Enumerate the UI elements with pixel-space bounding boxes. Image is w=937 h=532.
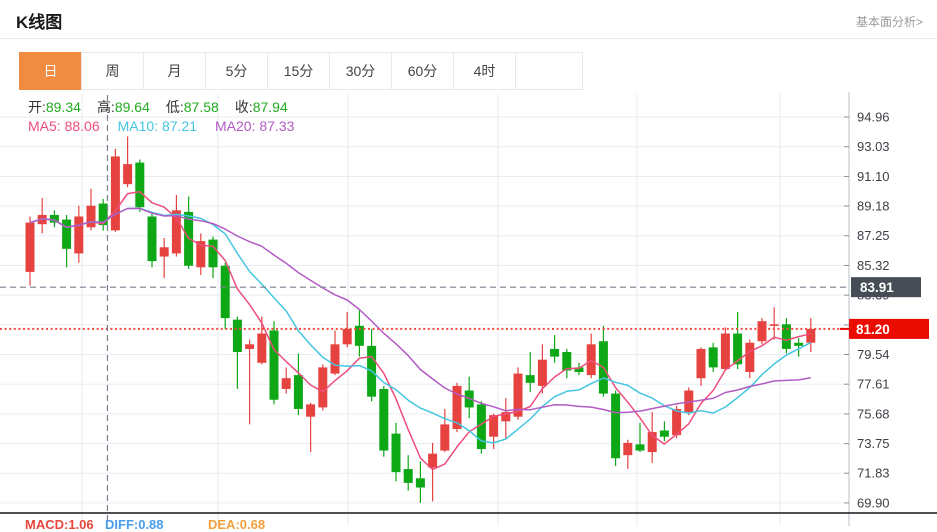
svg-text:77.61: 77.61 bbox=[857, 377, 890, 392]
close-label: 收: bbox=[234, 99, 253, 115]
dea-value: DEA:0.68 bbox=[208, 517, 266, 532]
y-axis: 94.9693.0391.1089.1887.2585.3283.3981.46… bbox=[844, 92, 890, 526]
svg-text:69.90: 69.90 bbox=[857, 495, 890, 510]
kline-chart[interactable]: 94.9693.0391.1089.1887.2585.3283.3981.46… bbox=[0, 92, 937, 526]
tab-4时[interactable]: 4时 bbox=[453, 52, 516, 90]
ma-legend: MA5: 88.06 MA10: 87.21 MA20: 87.33 bbox=[28, 118, 312, 134]
high-label: 高: bbox=[96, 99, 115, 115]
svg-text:71.83: 71.83 bbox=[857, 466, 890, 481]
high-value: 89.64 bbox=[114, 99, 150, 115]
open-value: 89.34 bbox=[45, 99, 81, 115]
tab-月[interactable]: 月 bbox=[143, 52, 206, 90]
svg-text:91.10: 91.10 bbox=[857, 169, 890, 184]
svg-text:73.75: 73.75 bbox=[857, 436, 890, 451]
ma-lines bbox=[29, 190, 812, 471]
macd-value: MACD:1.06 bbox=[25, 517, 94, 532]
svg-text:94.96: 94.96 bbox=[857, 110, 890, 125]
tab-5分[interactable]: 5分 bbox=[205, 52, 268, 90]
ma5-line bbox=[29, 190, 811, 471]
svg-text:81.20: 81.20 bbox=[856, 322, 890, 337]
tab-日[interactable]: 日 bbox=[19, 52, 82, 90]
tab-周[interactable]: 周 bbox=[81, 52, 144, 90]
fundamental-analysis-link[interactable]: 基本面分析> bbox=[856, 13, 923, 30]
svg-text:93.03: 93.03 bbox=[857, 139, 890, 154]
close-value: 87.94 bbox=[252, 99, 288, 115]
svg-text:79.54: 79.54 bbox=[857, 347, 890, 362]
ma20-line bbox=[29, 207, 811, 414]
ma20-value: MA20: 87.33 bbox=[215, 118, 295, 134]
kline-page: { "header": { "title": "K线图", "link": "基… bbox=[0, 0, 937, 532]
tab-30分[interactable]: 30分 bbox=[329, 52, 392, 90]
chart-grid bbox=[0, 94, 843, 526]
ma10-line bbox=[29, 207, 812, 444]
tab-15分[interactable]: 15分 bbox=[267, 52, 330, 90]
ma5-value: MA5: 88.06 bbox=[28, 118, 100, 134]
low-label: 低: bbox=[165, 99, 184, 115]
ma10-value: MA10: 87.21 bbox=[117, 118, 197, 134]
header-divider bbox=[0, 38, 937, 39]
tab-spacer bbox=[515, 52, 583, 90]
svg-text:87.25: 87.25 bbox=[857, 228, 890, 243]
open-label: 开: bbox=[28, 99, 46, 115]
ohlc-legend: 开:89.34 高:89.64 低:87.58 收:87.94 bbox=[28, 97, 304, 117]
svg-text:89.18: 89.18 bbox=[857, 199, 890, 214]
svg-text:83.91: 83.91 bbox=[860, 280, 894, 295]
candlestick-series[interactable] bbox=[25, 136, 816, 503]
last-price-badge: 81.20 bbox=[840, 318, 929, 339]
svg-text:75.68: 75.68 bbox=[857, 406, 890, 421]
tab-60分[interactable]: 60分 bbox=[391, 52, 454, 90]
page-title: K线图 bbox=[16, 13, 63, 32]
svg-text:85.32: 85.32 bbox=[857, 258, 890, 273]
period-tabs: 日周月 5分 15分 30分 60分 4时 bbox=[19, 52, 583, 90]
diff-value: DIFF:0.88 bbox=[105, 517, 164, 532]
low-value: 87.58 bbox=[183, 99, 219, 115]
crosshair-price-badge: 83.91 bbox=[851, 277, 921, 298]
